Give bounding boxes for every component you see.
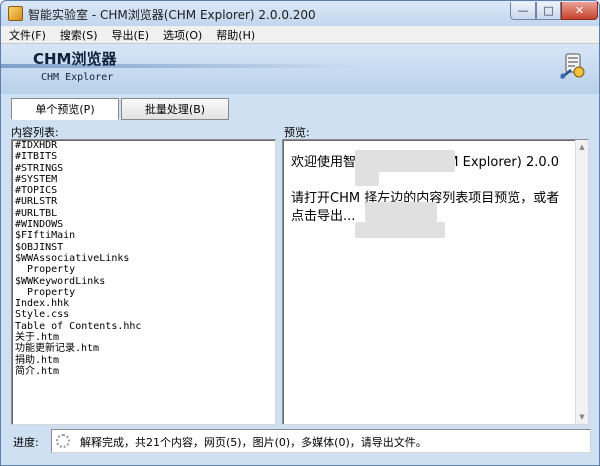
app-icon	[8, 6, 23, 21]
list-item[interactable]: Property	[12, 264, 275, 275]
list-item[interactable]: Style.css	[12, 309, 275, 320]
main-window: 智能实验室 - CHM浏览器(CHM Explorer) 2.0.0.200 —…	[0, 0, 600, 466]
preview-scrollbar[interactable]: ▲ ▼	[575, 140, 588, 424]
mode-tabs: 单个预览(P) 批量处理(B)	[11, 98, 231, 120]
menu-help[interactable]: 帮助(H)	[208, 27, 261, 43]
list-item[interactable]: 关于.htm	[12, 332, 275, 343]
redacted-region	[355, 150, 455, 172]
scroll-up-arrow-icon[interactable]: ▲	[576, 140, 588, 154]
redacted-region	[355, 222, 445, 238]
menu-file[interactable]: 文件(F)	[1, 27, 52, 43]
spinner-icon	[56, 434, 70, 448]
list-item[interactable]: $FIftiMain	[12, 230, 275, 241]
list-item[interactable]: $WWAssociativeLinks	[12, 253, 275, 264]
list-item[interactable]: #WINDOWS	[12, 219, 275, 230]
tab-single-preview[interactable]: 单个预览(P)	[11, 98, 119, 120]
tool-wizard-icon	[560, 53, 585, 79]
list-item[interactable]: $OBJINST	[12, 242, 275, 253]
list-item[interactable]: #SYSTEM	[12, 174, 275, 185]
list-item[interactable]: #TOPICS	[12, 185, 275, 196]
preview-pane[interactable]: 欢迎使用智能 M浏览器(CHM Explorer) 2.0.0 请打开CHM 择…	[282, 139, 589, 425]
banner-title: CHM浏览器	[33, 50, 117, 68]
minimize-button[interactable]: —	[510, 2, 536, 20]
list-item[interactable]: 捐助.htm	[12, 355, 275, 366]
list-item[interactable]: Table of Contents.hhc	[12, 321, 275, 332]
progress-field: 解释完成，共21个内容，网页(5)，图片(0)，多媒体(0)，请导出文件。	[51, 429, 591, 453]
scroll-down-arrow-icon[interactable]: ▼	[576, 410, 588, 424]
preview-label: 预览:	[284, 126, 310, 139]
list-item[interactable]: #IDXHDR	[12, 140, 275, 151]
window-title: 智能实验室 - CHM浏览器(CHM Explorer) 2.0.0.200	[28, 8, 316, 22]
redacted-region	[355, 170, 379, 186]
title-bar[interactable]: 智能实验室 - CHM浏览器(CHM Explorer) 2.0.0.200 —…	[1, 1, 599, 26]
list-item[interactable]: 简介.htm	[12, 366, 275, 377]
banner-subtitle: CHM Explorer	[41, 72, 114, 83]
maximize-button[interactable]: □	[536, 2, 561, 20]
content-list[interactable]: #IDXHDR #ITBITS #STRINGS #SYSTEM #TOPICS #URL…	[11, 139, 276, 425]
app-banner: CHM浏览器 CHM Explorer	[1, 44, 599, 94]
list-item[interactable]: #ITBITS	[12, 151, 275, 162]
status-message: 解释完成，共21个内容，网页(5)，图片(0)，多媒体(0)，请导出文件。	[80, 436, 427, 449]
list-item[interactable]: Index.hhk	[12, 298, 275, 309]
list-item[interactable]: #URLTBL	[12, 208, 275, 219]
status-bar: 进度: 解释完成，共21个内容，网页(5)，图片(0)，多媒体(0)，请导出文件…	[1, 429, 599, 465]
list-item[interactable]: #STRINGS	[12, 163, 275, 174]
redacted-region	[365, 202, 437, 222]
list-item[interactable]: #URLSTR	[12, 196, 275, 207]
minimize-icon: —	[517, 4, 529, 17]
list-item[interactable]: $WWKeywordLinks	[12, 276, 275, 287]
close-button[interactable]: ✕	[561, 2, 598, 20]
close-icon: ✕	[574, 4, 585, 17]
menu-export[interactable]: 导出(E)	[104, 27, 156, 43]
menu-search[interactable]: 搜索(S)	[52, 27, 104, 43]
menu-bar: 文件(F) 搜索(S) 导出(E) 选项(O) 帮助(H)	[1, 26, 599, 44]
content-list-label: 内容列表:	[11, 126, 59, 139]
progress-label: 进度:	[13, 436, 39, 449]
menu-options[interactable]: 选项(O)	[155, 27, 208, 43]
tab-batch-process[interactable]: 批量处理(B)	[121, 98, 229, 120]
list-item[interactable]: 功能更新记录.htm	[12, 343, 275, 354]
list-item[interactable]: Property	[12, 287, 275, 298]
maximize-icon: □	[543, 4, 554, 17]
